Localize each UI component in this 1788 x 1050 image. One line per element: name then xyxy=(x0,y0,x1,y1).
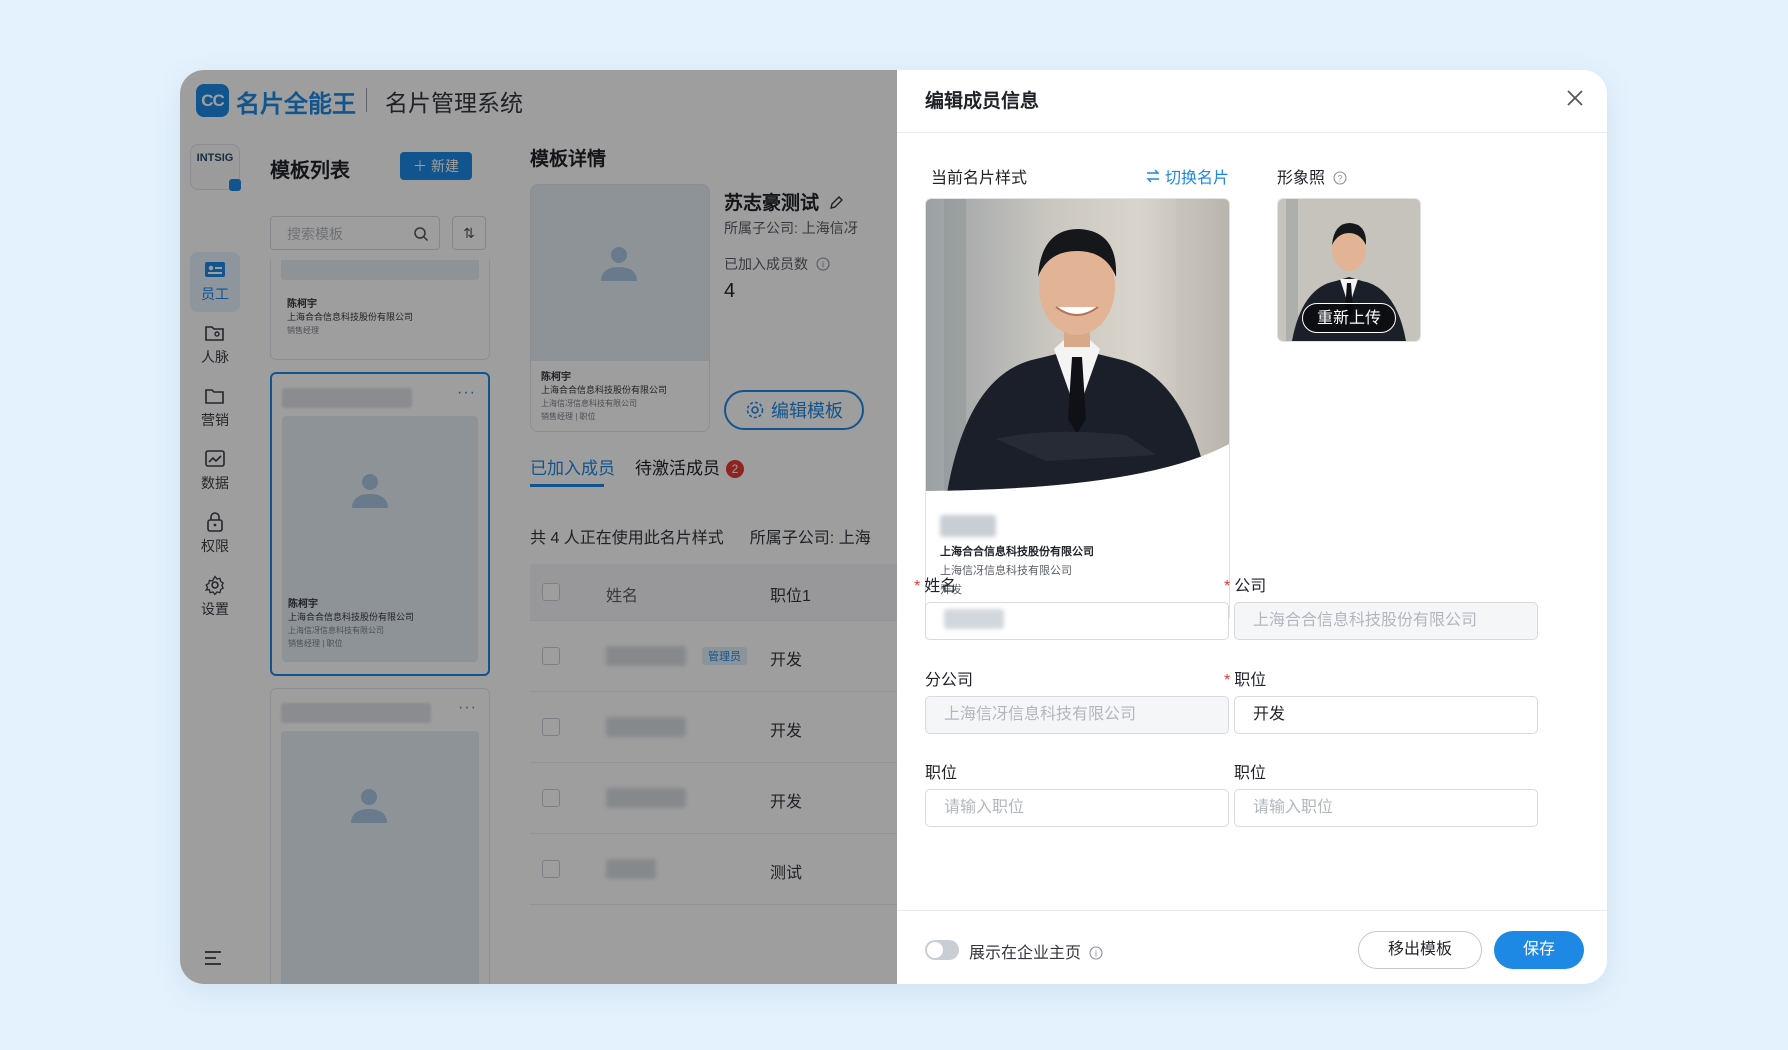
show-on-homepage-toggle[interactable] xyxy=(925,940,959,960)
swap-icon xyxy=(1146,169,1160,183)
reupload-button[interactable]: 重新上传 xyxy=(1302,303,1396,333)
position3-label: 职位 xyxy=(1234,765,1267,782)
required-mark: * xyxy=(1224,672,1231,689)
required-mark: * xyxy=(914,578,921,595)
show-on-homepage-label: 展示在企业主页 i xyxy=(969,939,1104,963)
edit-member-drawer: 编辑成员信息 当前名片样式 切换名片 形象照 ? 上海合合信息科技股份有限公司 … xyxy=(897,70,1607,984)
background-app: CC 名片全能王 名片管理系统 INTSIG 员工 人脉 营销 数据 权限 设置… xyxy=(180,70,897,984)
business-card-info: 上海合合信息科技股份有限公司 上海信冴信息科技有限公司 开发 xyxy=(940,515,1094,600)
name-label: * 姓名 xyxy=(914,578,957,595)
business-card-photo xyxy=(926,199,1229,491)
position3-input[interactable]: 请输入职位 xyxy=(1234,789,1538,827)
switch-card-link[interactable]: 切换名片 xyxy=(1145,164,1229,188)
card-position: 开发 xyxy=(940,584,962,596)
info-icon[interactable]: i xyxy=(1089,946,1104,960)
svg-text:?: ? xyxy=(1338,174,1343,184)
company-field[interactable]: 上海合合信息科技股份有限公司 xyxy=(1234,602,1538,640)
app-window: CC 名片全能王 名片管理系统 INTSIG 员工 人脉 营销 数据 权限 设置… xyxy=(180,70,1607,984)
card-company: 上海合合信息科技股份有限公司 xyxy=(940,546,1094,558)
branch-label: 分公司 xyxy=(925,672,974,689)
current-card-style-label: 当前名片样式 xyxy=(931,170,1028,187)
position2-label: 职位 xyxy=(925,765,958,782)
remove-from-template-button[interactable]: 移出模板 xyxy=(1358,931,1482,969)
name-value-blurred xyxy=(944,609,1004,629)
save-button[interactable]: 保存 xyxy=(1494,931,1584,969)
required-mark: * xyxy=(1224,578,1231,595)
business-card-preview: 上海合合信息科技股份有限公司 上海信冴信息科技有限公司 开发 xyxy=(925,198,1230,622)
portrait-photo[interactable]: 重新上传 xyxy=(1277,198,1421,342)
modal-overlay[interactable] xyxy=(180,70,897,984)
drawer-title: 编辑成员信息 xyxy=(925,91,1040,112)
position2-input[interactable]: 请输入职位 xyxy=(925,789,1229,827)
help-icon[interactable]: ? xyxy=(1333,171,1348,185)
branch-field[interactable]: 上海信冴信息科技有限公司 xyxy=(925,696,1229,734)
name-field[interactable] xyxy=(925,602,1229,640)
position-label: * 职位 xyxy=(1224,672,1267,689)
company-label: * 公司 xyxy=(1224,578,1267,595)
card-branch: 上海信冴信息科技有限公司 xyxy=(940,565,1072,577)
card-name-blurred xyxy=(940,515,996,537)
position-field[interactable]: 开发 xyxy=(1234,696,1538,734)
svg-text:i: i xyxy=(1095,949,1097,959)
header-divider xyxy=(897,132,1607,133)
footer-divider xyxy=(897,910,1607,911)
portrait-label: 形象照 ? xyxy=(1277,164,1348,188)
close-icon[interactable] xyxy=(1563,86,1587,110)
